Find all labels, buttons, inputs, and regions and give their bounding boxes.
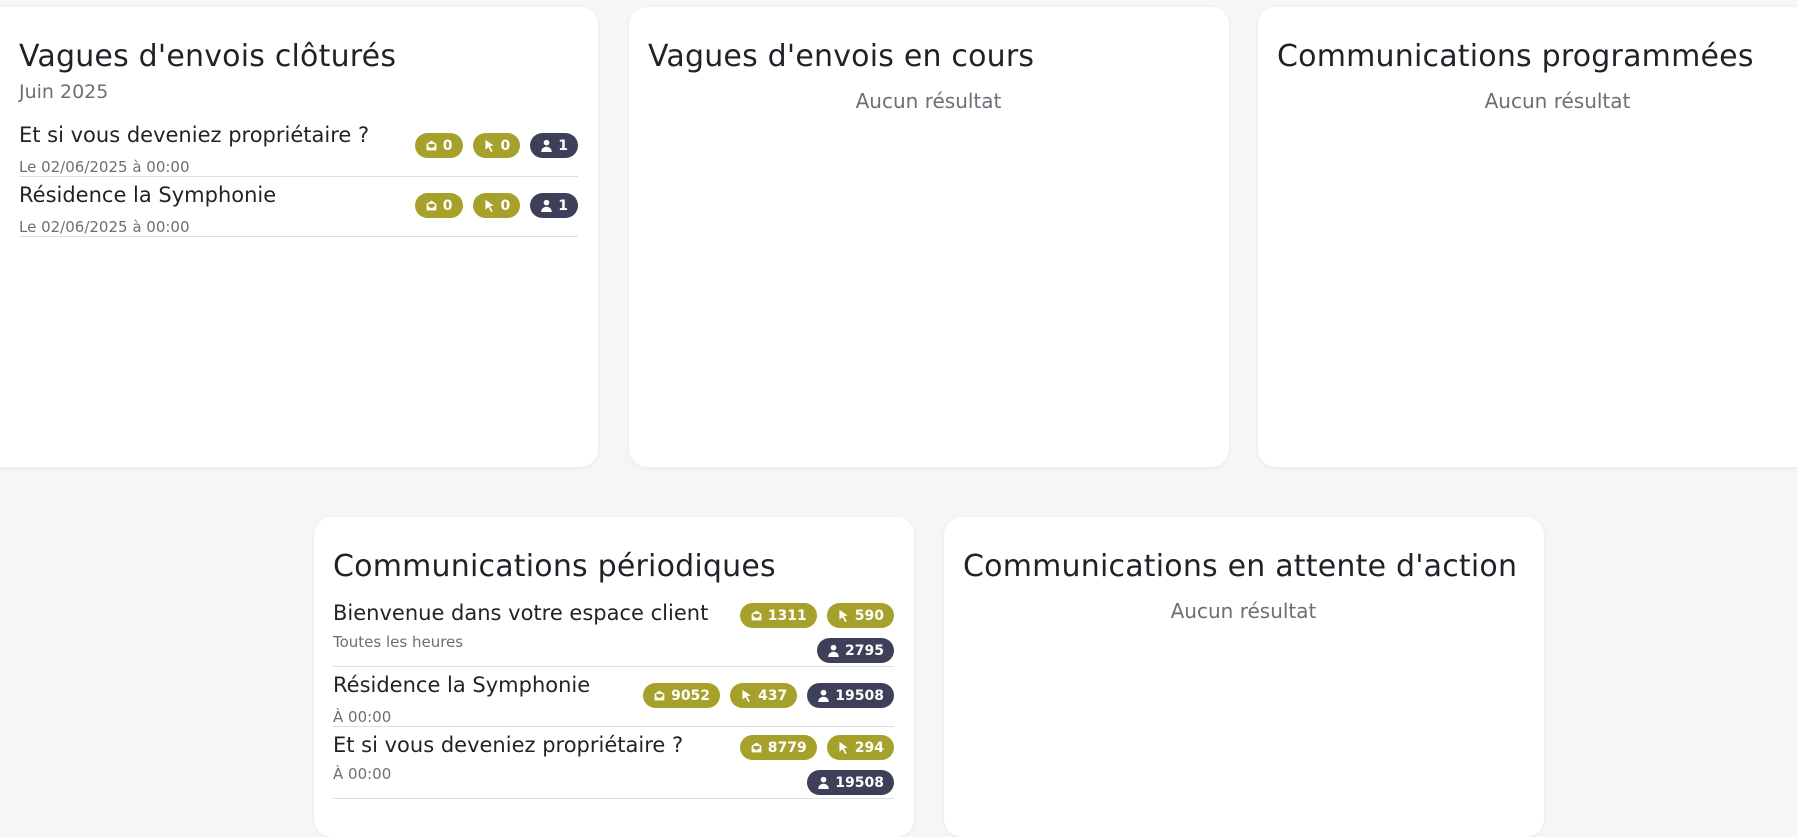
closed-waves-card: Vagues d'envois clôturés Juin 2025 Et si…	[0, 7, 598, 467]
item-title: Bienvenue dans votre espace client	[333, 601, 709, 625]
item-frequency: À 00:00	[333, 765, 392, 783]
list-item[interactable]: Résidence la Symphonie Le 02/06/2025 à 0…	[19, 177, 578, 237]
item-title: Et si vous deveniez propriétaire ?	[333, 733, 684, 757]
open-mail-icon	[654, 690, 665, 701]
month-label: Juin 2025	[19, 81, 109, 103]
recipients-badge: 2795	[817, 638, 894, 663]
recipients-count: 19508	[835, 774, 884, 791]
cursor-icon	[839, 609, 848, 622]
stats-badges: 0 0 1	[414, 193, 578, 218]
periodic-communications-card: Communications périodiques Bienvenue dan…	[314, 517, 914, 837]
list-item[interactable]: Et si vous deveniez propriétaire ? Le 02…	[19, 117, 578, 177]
item-frequency: À 00:00	[333, 708, 392, 726]
user-icon	[828, 644, 839, 657]
item-date: Le 02/06/2025 à 00:00	[19, 218, 190, 236]
empty-state: Aucun résultat	[1170, 599, 1317, 623]
open-mail-icon	[751, 742, 762, 753]
item-date: Le 02/06/2025 à 00:00	[19, 158, 190, 176]
opened-badge: 0	[414, 193, 463, 218]
recipients-count: 1	[558, 197, 568, 214]
recipients-badge: 19508	[807, 770, 894, 795]
item-title: Résidence la Symphonie	[333, 673, 591, 697]
stats-badges: 0 0 1	[414, 133, 578, 158]
cursor-icon	[484, 139, 494, 152]
recipients-count: 19508	[835, 687, 884, 704]
list-item[interactable]: Et si vous deveniez propriétaire ? À 00:…	[333, 727, 894, 799]
item-title: Résidence la Symphonie	[19, 183, 277, 207]
list-item[interactable]: Bienvenue dans votre espace client Toute…	[333, 595, 894, 667]
user-icon	[541, 199, 553, 212]
cursor-icon	[742, 689, 751, 702]
open-mail-icon	[751, 610, 762, 621]
opened-count: 0	[442, 137, 453, 154]
clicks-count: 0	[500, 137, 511, 154]
recipients-badge: 1	[530, 193, 578, 218]
opened-badge: 0	[414, 133, 463, 158]
stats-badges: 1311 590 2795	[724, 603, 894, 663]
in-progress-waves-card: Vagues d'envois en cours Aucun résultat	[629, 7, 1229, 467]
user-icon	[541, 139, 553, 152]
card-title: Communications en attente d'action	[963, 549, 1518, 584]
opened-badge: 8779	[739, 735, 817, 760]
opened-count: 9052	[671, 687, 711, 704]
clicks-badge: 590	[826, 603, 894, 628]
stats-badges: 9052 437 19508	[643, 683, 894, 708]
periodic-list: Bienvenue dans votre espace client Toute…	[333, 595, 894, 799]
recipients-count: 2795	[845, 642, 884, 659]
item-title: Et si vous deveniez propriétaire ?	[19, 123, 370, 147]
cursor-icon	[484, 199, 494, 212]
card-title: Communications périodiques	[333, 549, 776, 584]
clicks-count: 0	[500, 197, 511, 214]
clicks-count: 590	[854, 607, 884, 624]
clicks-badge: 437	[730, 683, 798, 708]
opened-badge: 1311	[739, 603, 817, 628]
card-title: Vagues d'envois clôturés	[19, 39, 397, 74]
card-title: Communications programmées	[1277, 39, 1754, 74]
closed-waves-list: Et si vous deveniez propriétaire ? Le 02…	[19, 117, 578, 237]
opened-count: 8779	[767, 739, 807, 756]
empty-state: Aucun résultat	[855, 89, 1002, 113]
opened-count: 0	[442, 197, 453, 214]
card-title: Vagues d'envois en cours	[648, 39, 1035, 74]
user-icon	[818, 689, 830, 702]
clicks-count: 437	[758, 687, 788, 704]
recipients-badge: 1	[530, 133, 578, 158]
stats-badges: 8779 294 19508	[724, 735, 894, 795]
clicks-count: 294	[854, 739, 884, 756]
clicks-badge: 294	[826, 735, 894, 760]
clicks-badge: 0	[472, 193, 521, 218]
item-frequency: Toutes les heures	[333, 633, 464, 651]
cursor-icon	[839, 741, 848, 754]
opened-count: 1311	[767, 607, 807, 624]
recipients-badge: 19508	[807, 683, 894, 708]
empty-state: Aucun résultat	[1484, 89, 1631, 113]
opened-badge: 9052	[643, 683, 721, 708]
user-icon	[818, 776, 830, 789]
open-mail-icon	[426, 140, 437, 151]
recipients-count: 1	[558, 137, 568, 154]
clicks-badge: 0	[472, 133, 521, 158]
scheduled-communications-card: Communications programmées Aucun résulta…	[1258, 7, 1797, 467]
list-item[interactable]: Résidence la Symphonie À 00:00 9052 437 …	[333, 667, 894, 727]
open-mail-icon	[426, 200, 437, 211]
pending-action-card: Communications en attente d'action Aucun…	[944, 517, 1544, 837]
